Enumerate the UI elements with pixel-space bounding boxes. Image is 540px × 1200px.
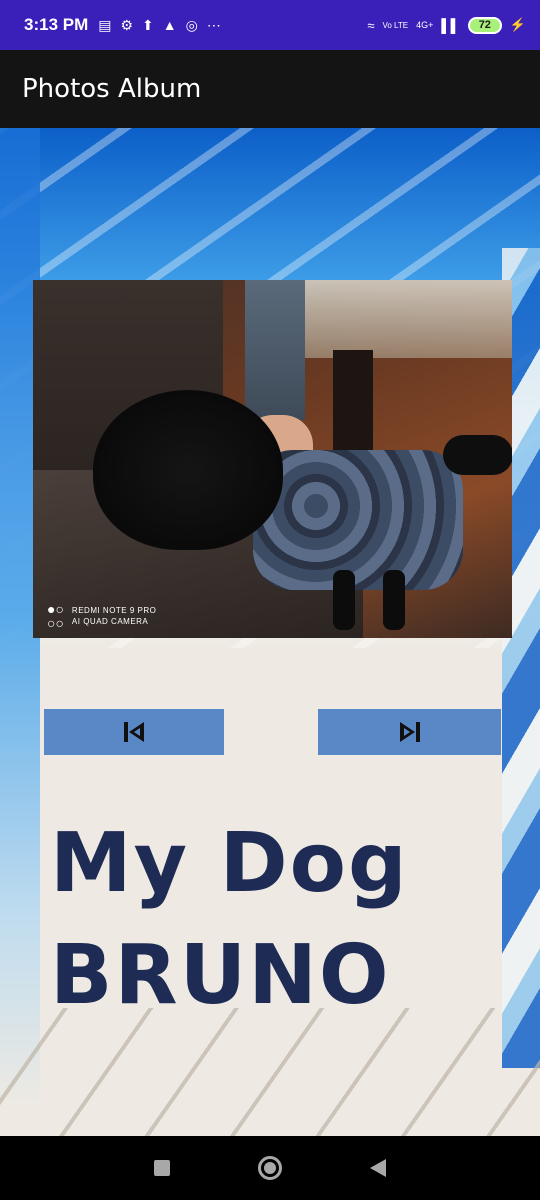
watermark-line1: REDMI NOTE 9 PRO [71, 606, 157, 615]
photo-dog-body [253, 450, 463, 590]
vpn-icon: ◎ [185, 16, 198, 33]
battery-icon: 72 [467, 16, 502, 34]
network-label: 4G+ [416, 20, 434, 30]
charging-icon: ⚡ [509, 17, 526, 32]
status-system-icons: ≈ Vo LTE 4G+ ▌▌ 72 ⚡ [367, 16, 526, 34]
gallery-icon: ▲ [162, 17, 177, 33]
settings-icon: ⚙ [120, 16, 134, 33]
album-photo: ●○ ○○ REDMI NOTE 9 PRO AI QUAD CAMERA [33, 280, 512, 638]
previous-photo-button[interactable] [44, 709, 224, 755]
photo-dog-head [93, 390, 283, 550]
album-screen: ●○ ○○ REDMI NOTE 9 PRO AI QUAD CAMERA My … [0, 128, 540, 1136]
signal-icon: ▌▌ [441, 17, 460, 33]
system-nav-bar [0, 1136, 540, 1200]
skip-previous-icon [124, 722, 144, 742]
skip-next-icon [399, 722, 420, 742]
caption-line2: BRUNO [50, 928, 391, 1023]
home-icon [264, 1162, 276, 1174]
photo-dog-leg [333, 570, 355, 630]
more-icon: ⋯ [206, 16, 221, 33]
status-notification-icons: ▤ ⚙ ⬆ ▲ ◎ ⋯ [98, 17, 221, 34]
photo-person-legs [245, 280, 305, 420]
camera-logo-icon: ●○ ○○ [47, 601, 64, 631]
app-bar: Photos Album [0, 50, 540, 128]
upload-icon: ⬆ [142, 16, 154, 33]
next-photo-button[interactable] [318, 709, 501, 755]
photo-dog-tail [443, 435, 512, 475]
photo-table [295, 280, 512, 358]
volte-label: Vo LTE [382, 20, 409, 30]
home-button[interactable] [258, 1156, 282, 1180]
message-icon: ▤ [98, 16, 112, 33]
app-title: Photos Album [22, 74, 202, 104]
back-button[interactable] [370, 1159, 386, 1177]
watermark-line2: AI QUAD CAMERA [71, 617, 149, 626]
status-bar: 3:13 PM ▤ ⚙ ⬆ ▲ ◎ ⋯ ≈ Vo LTE 4G+ ▌▌ 72 ⚡ [0, 0, 540, 50]
photo-caption: My Dog BRUNO [50, 808, 409, 1032]
wifi-icon: ≈ [367, 17, 375, 33]
camera-watermark: ●○ ○○ REDMI NOTE 9 PRO AI QUAD CAMERA [47, 602, 156, 630]
photo-dog-leg [383, 570, 405, 630]
recents-button[interactable] [154, 1160, 170, 1176]
status-time: 3:13 PM [24, 15, 89, 34]
caption-line1: My Dog [50, 816, 409, 911]
